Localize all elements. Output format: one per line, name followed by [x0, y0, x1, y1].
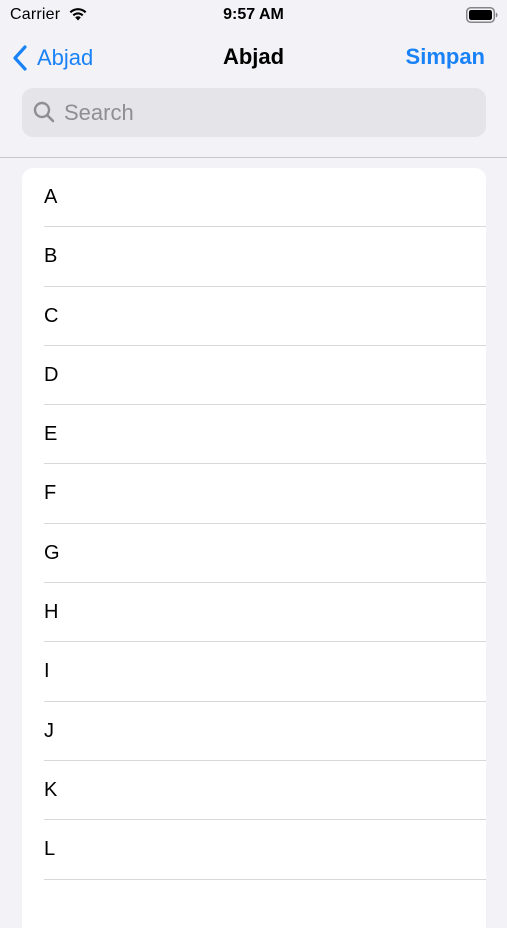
list-item[interactable]: H — [22, 583, 486, 643]
list-item[interactable]: E — [22, 405, 486, 465]
list-item-label: K — [44, 778, 58, 801]
list-item-label: F — [44, 482, 57, 505]
header-separator — [0, 157, 507, 158]
list-item[interactable]: C — [22, 287, 486, 346]
battery-icon — [466, 7, 498, 23]
list-item-label: I — [44, 660, 50, 683]
list-item-label: A — [44, 186, 58, 208]
list-item-label: L — [44, 838, 56, 861]
list-item[interactable]: F — [22, 464, 486, 524]
list-item[interactable]: I — [22, 642, 486, 702]
list-item-label: B — [44, 245, 58, 268]
search-input[interactable] — [64, 88, 474, 137]
list-item[interactable]: L — [22, 820, 486, 880]
list-item-label: G — [44, 541, 60, 564]
list-item-label: E — [44, 423, 58, 446]
list-item-label: D — [44, 363, 59, 386]
list-item[interactable]: A — [22, 168, 486, 228]
navigation-bar: Abjad Abjad Simpan — [0, 32, 507, 84]
list-item-label: J — [44, 719, 54, 742]
list-item[interactable]: J — [22, 702, 486, 761]
list-item[interactable]: G — [22, 524, 486, 584]
list-item[interactable]: B — [22, 227, 486, 287]
alphabet-list: A B C D E F G H I J K L — [22, 168, 486, 928]
list-item[interactable] — [22, 880, 486, 928]
list-item[interactable]: D — [22, 346, 486, 406]
list-item-label: C — [44, 304, 59, 327]
status-bar: Carrier 9:57 AM — [0, 0, 507, 32]
status-time: 9:57 AM — [223, 6, 284, 23]
list-item[interactable]: K — [22, 761, 486, 821]
list-item-label: H — [44, 601, 59, 624]
save-button[interactable]: Simpan — [406, 44, 485, 70]
search-field[interactable] — [22, 88, 486, 137]
search-icon — [33, 101, 55, 123]
